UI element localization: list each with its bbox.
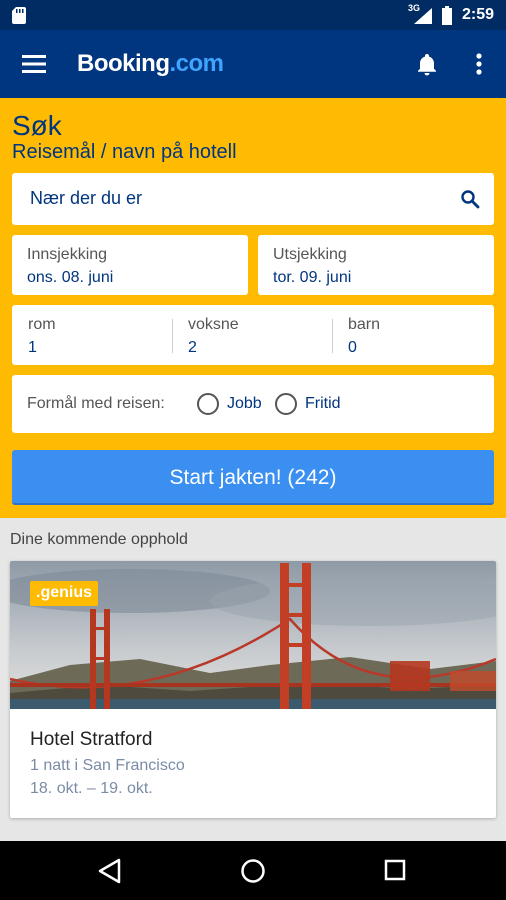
status-bar: 3G 2:59	[0, 0, 506, 30]
destination-input[interactable]: Nær der du er	[30, 188, 430, 209]
checkout-label: Utsjekking	[273, 246, 347, 263]
logo-suffix: .com	[169, 50, 225, 77]
divider	[172, 319, 173, 353]
more-vert-icon[interactable]	[472, 52, 486, 76]
hotel-name: Hotel Stratford	[30, 729, 153, 750]
back-icon[interactable]	[98, 858, 122, 884]
adults-value: 2	[188, 339, 197, 356]
rooms-value: 1	[28, 339, 37, 356]
checkin-value: ons. 08. juni	[27, 269, 114, 286]
stay-dates: 18. okt. – 19. okt.	[30, 780, 153, 797]
purpose-label: Formål med reisen:	[27, 395, 165, 412]
destination-field[interactable]: Nær der du er	[12, 173, 494, 225]
genius-badge: .genius	[30, 581, 99, 606]
guests-field[interactable]: rom 1 voksne 2 barn 0	[12, 305, 494, 365]
search-button[interactable]: Start jakten! (242)	[12, 450, 494, 505]
booking-logo: Booking.com	[77, 50, 224, 78]
divider	[332, 319, 333, 353]
radio-leisure[interactable]	[275, 393, 297, 415]
search-panel: Søk Reisemål / navn på hotell Nær der du…	[0, 98, 506, 518]
checkin-date-field[interactable]: Innsjekking ons. 08. juni	[12, 235, 248, 295]
trip-purpose-field: Formål med reisen: Jobb Fritid	[12, 375, 494, 433]
checkout-date-field[interactable]: Utsjekking tor. 09. juni	[258, 235, 494, 295]
system-nav-bar	[0, 841, 506, 900]
app-bar: Booking.com	[0, 30, 506, 98]
upcoming-stay-card[interactable]: .genius Hotel Stratford 1 natt i San Fra…	[10, 561, 496, 818]
clock: 2:59	[462, 6, 495, 23]
recents-icon[interactable]	[384, 859, 406, 881]
purpose-leisure-label[interactable]: Fritid	[305, 395, 341, 413]
upcoming-title: Dine kommende opphold	[10, 531, 188, 548]
search-icon[interactable]	[460, 189, 480, 209]
radio-business[interactable]	[197, 393, 219, 415]
stay-nights: 1 natt i San Francisco	[30, 757, 185, 774]
logo-main: Booking	[77, 50, 170, 77]
bell-icon[interactable]	[415, 52, 439, 76]
rooms-label: rom	[28, 316, 56, 333]
children-value: 0	[348, 339, 357, 356]
battery-icon	[442, 6, 452, 25]
checkout-value: tor. 09. juni	[273, 269, 352, 286]
signal-icon	[414, 8, 432, 24]
home-icon[interactable]	[240, 858, 266, 884]
search-subtitle: Reisemål / navn på hotell	[12, 141, 237, 163]
menu-icon[interactable]	[22, 54, 46, 74]
adults-label: voksne	[188, 316, 239, 333]
purpose-business-label[interactable]: Jobb	[227, 395, 262, 413]
search-title: Søk	[12, 110, 62, 141]
sd-card-icon	[12, 7, 26, 24]
checkin-label: Innsjekking	[27, 246, 108, 263]
children-label: barn	[348, 316, 381, 333]
